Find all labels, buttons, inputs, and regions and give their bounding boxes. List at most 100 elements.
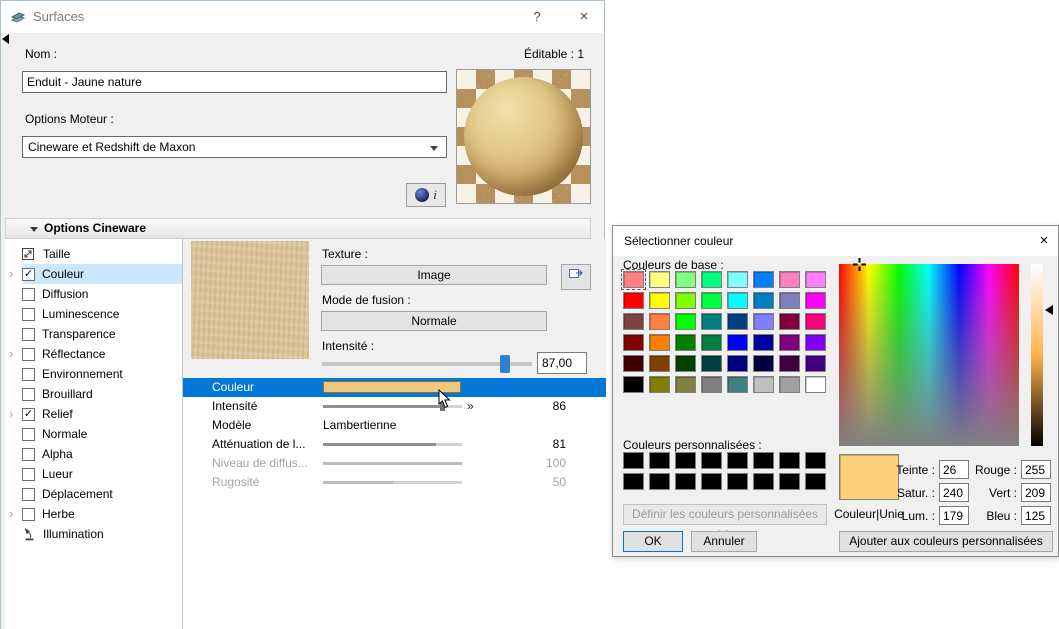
- base-color-35[interactable]: [701, 355, 722, 372]
- checkbox-alpha[interactable]: [22, 448, 35, 461]
- checkbox-lueur[interactable]: [22, 468, 35, 481]
- cinema4d-info-button[interactable]: i: [406, 183, 446, 207]
- param-row-attenuation-de-l[interactable]: Atténuation de l...81: [183, 435, 606, 454]
- base-color-31[interactable]: [805, 334, 826, 351]
- base-color-20[interactable]: [727, 313, 748, 330]
- hue-saturation-field[interactable]: [839, 264, 1019, 446]
- checkbox-herbe[interactable]: [22, 508, 35, 521]
- define-custom-colors-button[interactable]: Définir les couleurs personnalisées >>: [623, 504, 827, 525]
- tree-item-herbe[interactable]: ›Herbe: [5, 504, 182, 524]
- base-color-14[interactable]: [779, 292, 800, 309]
- rouge-input[interactable]: [1021, 460, 1051, 479]
- base-color-12[interactable]: [727, 292, 748, 309]
- base-color-23[interactable]: [805, 313, 826, 330]
- texture-thumbnail[interactable]: [191, 241, 309, 359]
- intensity-value-input[interactable]: [537, 352, 587, 374]
- custom-color-13[interactable]: [753, 473, 774, 490]
- base-color-33[interactable]: [649, 355, 670, 372]
- intensity-slider-handle[interactable]: [500, 355, 510, 373]
- tree-item-diffusion[interactable]: Diffusion: [5, 284, 182, 304]
- bleu-input[interactable]: [1021, 506, 1051, 525]
- color-dialog-close-button[interactable]: ×: [1033, 230, 1055, 252]
- base-color-45[interactable]: [753, 376, 774, 393]
- tree-item-couleur[interactable]: ›✓Couleur: [5, 264, 182, 284]
- ok-button[interactable]: OK: [623, 531, 683, 552]
- base-color-43[interactable]: [701, 376, 722, 393]
- cancel-button[interactable]: Annuler: [691, 531, 757, 552]
- base-color-46[interactable]: [779, 376, 800, 393]
- custom-color-2[interactable]: [675, 452, 696, 469]
- custom-color-5[interactable]: [753, 452, 774, 469]
- expand-chevron-icon[interactable]: ›: [5, 264, 19, 284]
- base-color-22[interactable]: [779, 313, 800, 330]
- base-color-24[interactable]: [623, 334, 644, 351]
- base-color-19[interactable]: [701, 313, 722, 330]
- custom-color-11[interactable]: [701, 473, 722, 490]
- surface-name-input[interactable]: [22, 71, 447, 93]
- tree-item-illumination[interactable]: Illumination: [5, 524, 182, 544]
- texture-picker-button[interactable]: [561, 264, 591, 290]
- base-color-32[interactable]: [623, 355, 644, 372]
- base-color-27[interactable]: [701, 334, 722, 351]
- param-row-modele[interactable]: ModèleLambertienne: [183, 416, 606, 435]
- base-color-36[interactable]: [727, 355, 748, 372]
- base-color-47[interactable]: [805, 376, 826, 393]
- param-row-intensite[interactable]: Intensité»86: [183, 397, 606, 416]
- base-color-38[interactable]: [779, 355, 800, 372]
- custom-color-3[interactable]: [701, 452, 722, 469]
- tree-item-relief[interactable]: ›✓Relief: [5, 404, 182, 424]
- tree-item-environnement[interactable]: Environnement: [5, 364, 182, 384]
- base-color-8[interactable]: [623, 292, 644, 309]
- close-button[interactable]: ×: [567, 1, 601, 33]
- tree-item-lueur[interactable]: Lueur: [5, 464, 182, 484]
- base-color-39[interactable]: [805, 355, 826, 372]
- tree-item-alpha[interactable]: Alpha: [5, 444, 182, 464]
- tree-item-luminescence[interactable]: Luminescence: [5, 304, 182, 324]
- base-color-30[interactable]: [779, 334, 800, 351]
- base-color-41[interactable]: [649, 376, 670, 393]
- param-row-couleur[interactable]: Couleur: [183, 378, 606, 397]
- base-color-2[interactable]: [675, 271, 696, 288]
- custom-color-0[interactable]: [623, 452, 644, 469]
- base-color-7[interactable]: [805, 271, 826, 288]
- base-color-9[interactable]: [649, 292, 670, 309]
- base-color-42[interactable]: [675, 376, 696, 393]
- engine-dropdown[interactable]: Cineware et Redshift de Maxon: [22, 136, 447, 158]
- base-color-13[interactable]: [753, 292, 774, 309]
- base-color-17[interactable]: [649, 313, 670, 330]
- base-color-26[interactable]: [675, 334, 696, 351]
- slider-jump-icon[interactable]: »: [467, 397, 474, 416]
- custom-color-12[interactable]: [727, 473, 748, 490]
- base-color-16[interactable]: [623, 313, 644, 330]
- base-color-11[interactable]: [701, 292, 722, 309]
- checkbox-brouillard[interactable]: [22, 388, 35, 401]
- intensity-slider[interactable]: [322, 354, 532, 374]
- param-slider-track[interactable]: [323, 443, 462, 446]
- base-color-37[interactable]: [753, 355, 774, 372]
- custom-color-9[interactable]: [649, 473, 670, 490]
- param-row-niveau-de-diffus[interactable]: Niveau de diffus...100: [183, 454, 606, 473]
- expand-chevron-icon[interactable]: ›: [5, 504, 19, 524]
- base-color-10[interactable]: [675, 292, 696, 309]
- base-color-44[interactable]: [727, 376, 748, 393]
- base-color-34[interactable]: [675, 355, 696, 372]
- expand-chevron-icon[interactable]: ›: [5, 344, 19, 364]
- base-color-15[interactable]: [805, 292, 826, 309]
- base-color-21[interactable]: [753, 313, 774, 330]
- base-color-29[interactable]: [753, 334, 774, 351]
- options-cineware-section[interactable]: Options Cineware: [5, 218, 591, 239]
- base-color-5[interactable]: [753, 271, 774, 288]
- luminance-arrow-icon[interactable]: [1045, 305, 1053, 315]
- base-color-3[interactable]: [701, 271, 722, 288]
- panel-collapse-arrow-icon[interactable]: [2, 34, 9, 44]
- param-slider-track[interactable]: [323, 462, 462, 465]
- base-color-40[interactable]: [623, 376, 644, 393]
- tree-item-normale[interactable]: Normale: [5, 424, 182, 444]
- checkbox-couleur[interactable]: ✓: [22, 268, 35, 281]
- checkbox-relief[interactable]: ✓: [22, 408, 35, 421]
- tree-item-taille[interactable]: Taille: [5, 244, 182, 264]
- add-to-custom-colors-button[interactable]: Ajouter aux couleurs personnalisées: [839, 531, 1053, 552]
- checkbox-normale[interactable]: [22, 428, 35, 441]
- param-row-rugosite[interactable]: Rugosité50: [183, 473, 606, 492]
- help-button[interactable]: ?: [520, 1, 554, 33]
